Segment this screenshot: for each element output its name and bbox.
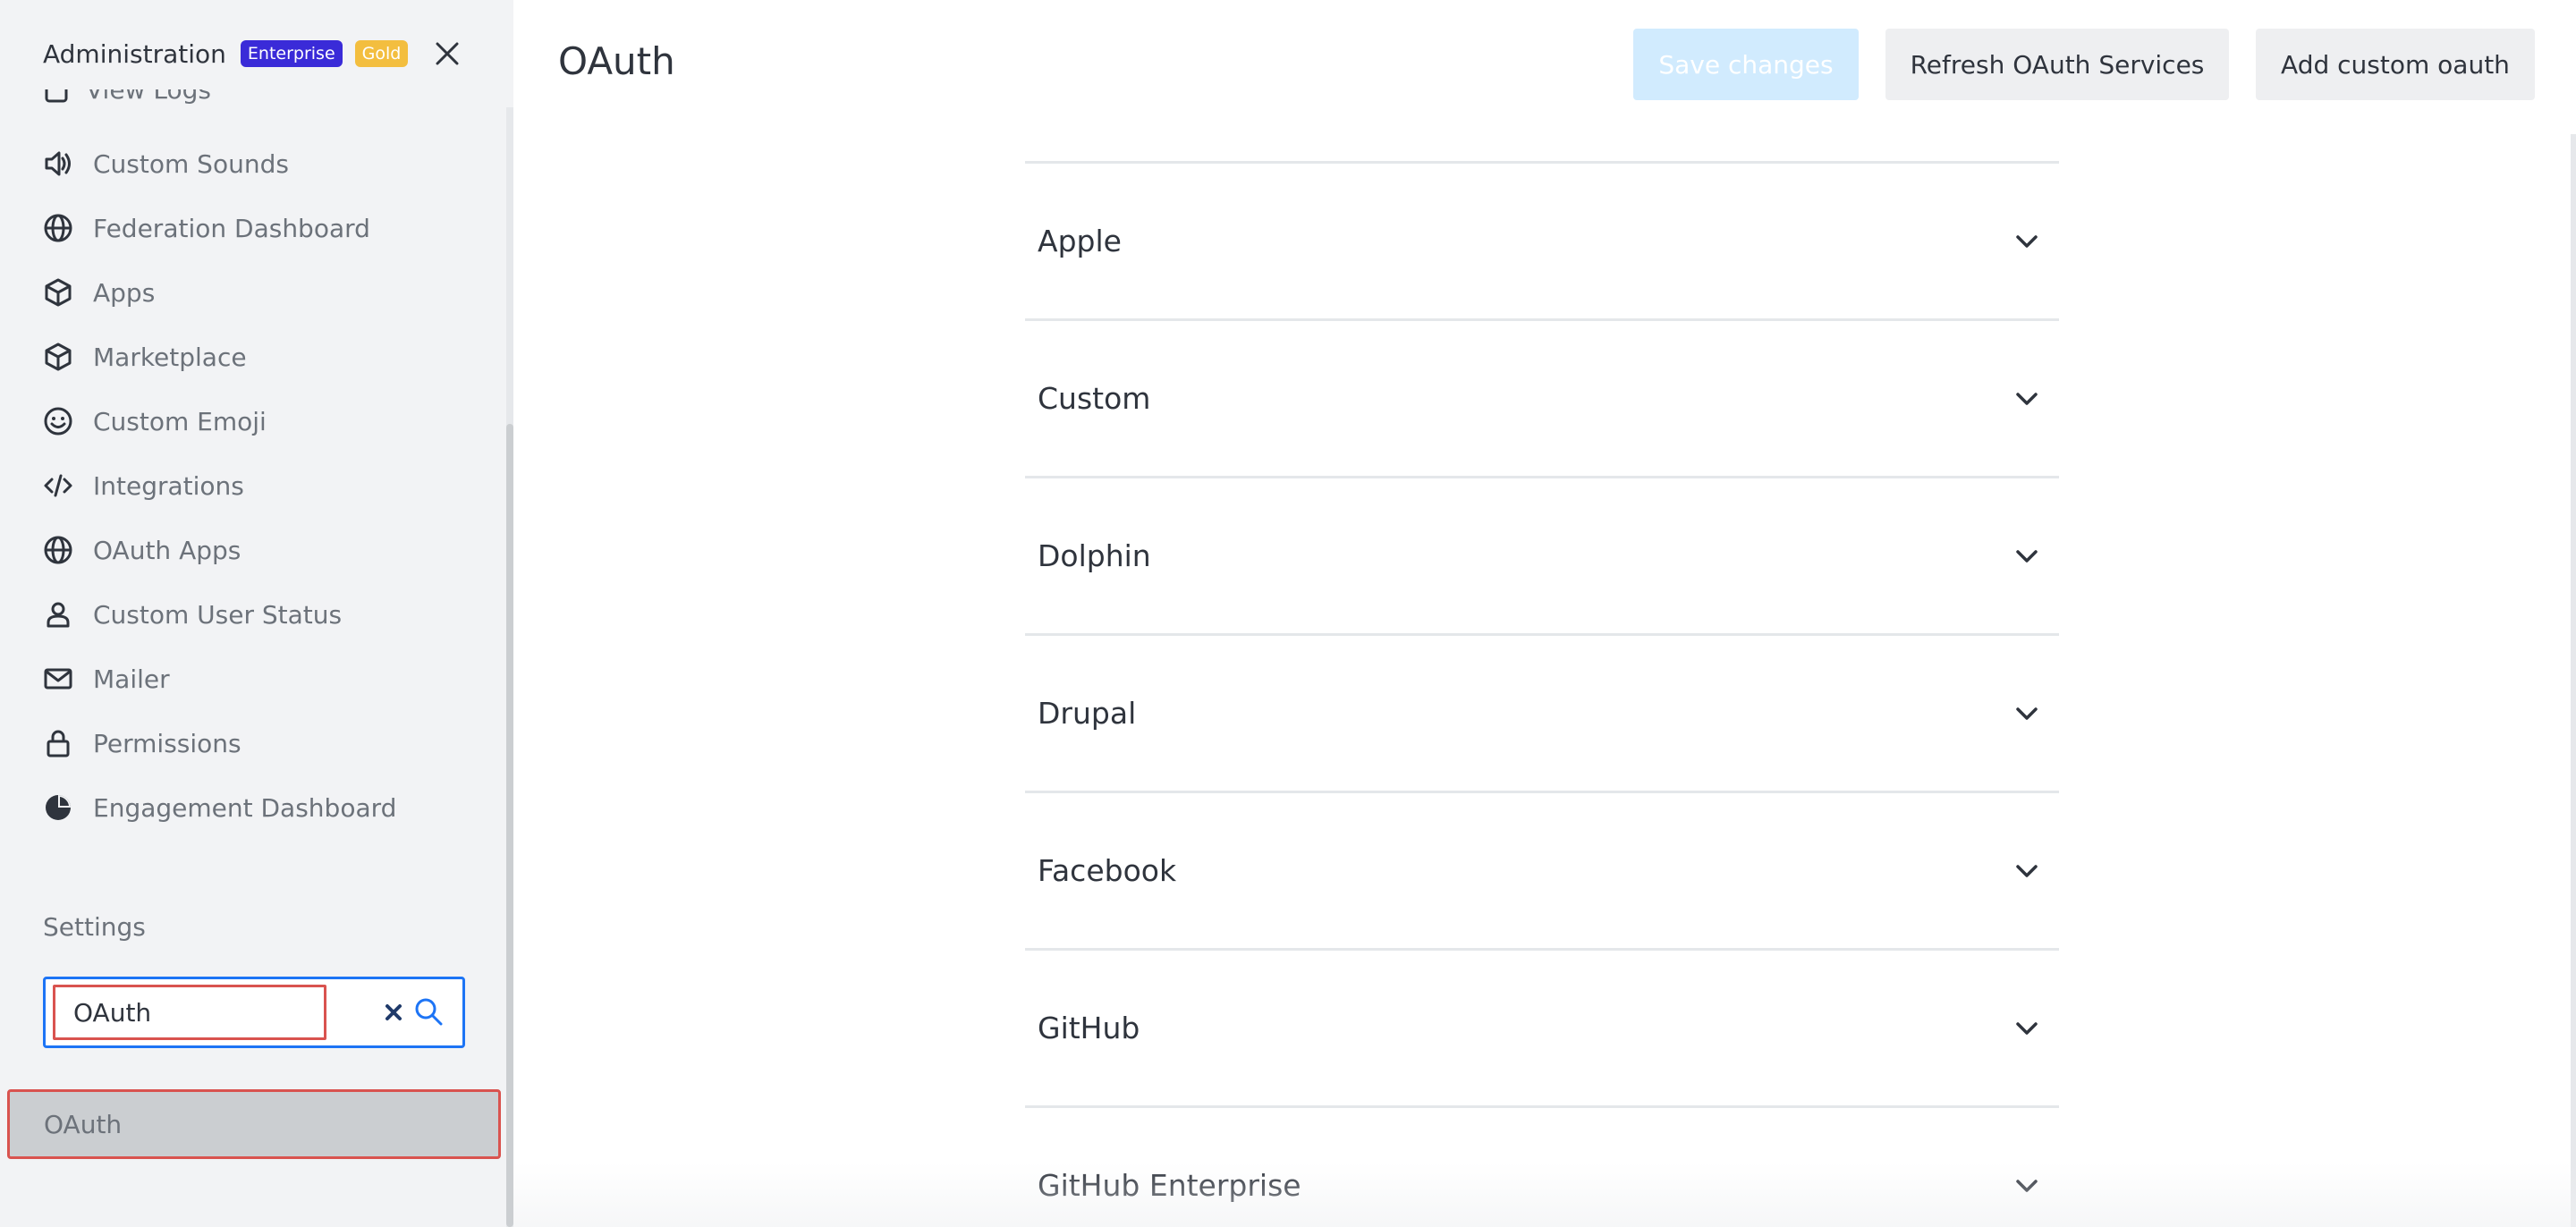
accordion-item-apple[interactable]: Apple bbox=[1025, 161, 2059, 318]
user-icon bbox=[43, 597, 77, 631]
cube-icon bbox=[43, 340, 77, 374]
search-icon bbox=[411, 994, 446, 1029]
close-sidebar-button[interactable] bbox=[428, 34, 467, 73]
chevron-down-icon bbox=[2016, 1021, 2038, 1035]
sidebar-item-label: View Logs bbox=[86, 89, 211, 105]
sidebar-item-permissions[interactable]: Permissions bbox=[43, 718, 463, 768]
chevron-down-icon bbox=[2016, 864, 2038, 877]
sidebar-item-custom-sounds[interactable]: Custom Sounds bbox=[43, 139, 463, 189]
mail-icon bbox=[43, 662, 77, 696]
refresh-oauth-services-button[interactable]: Refresh OAuth Services bbox=[1885, 29, 2229, 100]
save-changes-button[interactable]: Save changes bbox=[1633, 29, 1859, 100]
clear-icon[interactable] bbox=[384, 1003, 403, 1022]
settings-result-oauth[interactable]: OAuth bbox=[7, 1089, 501, 1159]
sidebar-item-label: Marketplace bbox=[93, 342, 247, 372]
gold-badge: Gold bbox=[354, 40, 409, 67]
admin-sidebar: Administration Enterprise Gold View Logs… bbox=[0, 0, 513, 1227]
sidebar-item-marketplace[interactable]: Marketplace bbox=[43, 332, 463, 382]
accordion-item-facebook[interactable]: Facebook bbox=[1025, 791, 2059, 948]
sidebar-item-federation-dashboard[interactable]: Federation Dashboard bbox=[43, 203, 463, 253]
document-icon bbox=[43, 89, 70, 106]
sidebar-item-label: Integrations bbox=[93, 470, 244, 501]
accordion-item-github-enterprise[interactable]: GitHub Enterprise bbox=[1025, 1105, 2059, 1227]
accordion-title: GitHub Enterprise bbox=[1038, 1168, 1301, 1203]
accordion-title: GitHub bbox=[1038, 1011, 1140, 1045]
code-icon bbox=[43, 469, 77, 503]
cube-icon bbox=[43, 275, 77, 309]
settings-search-input[interactable] bbox=[53, 985, 326, 1040]
chevron-down-icon bbox=[2016, 392, 2038, 405]
accordion-item-custom[interactable]: Custom bbox=[1025, 318, 2059, 476]
accordion-title: Drupal bbox=[1038, 696, 1137, 731]
sidebar-item-label: Apps bbox=[93, 277, 156, 308]
sidebar-item-view-logs[interactable]: View Logs bbox=[43, 89, 211, 114]
settings-search-box bbox=[43, 977, 465, 1048]
settings-section-label: Settings bbox=[43, 912, 146, 942]
speaker-icon bbox=[43, 147, 77, 181]
accordion-title: Custom bbox=[1038, 381, 1151, 416]
sidebar-item-integrations[interactable]: Integrations bbox=[43, 461, 463, 511]
sidebar-item-label: Custom Sounds bbox=[93, 148, 289, 179]
oauth-services-accordion: Apple Custom Dolphin Drupal Facebook Git… bbox=[1025, 161, 2059, 1227]
accordion-title: Facebook bbox=[1038, 853, 1177, 888]
close-icon[interactable] bbox=[434, 40, 461, 67]
sidebar-header: Administration Enterprise Gold bbox=[43, 34, 409, 73]
clear-search-button[interactable] bbox=[378, 997, 409, 1028]
chevron-down-icon bbox=[2016, 1179, 2038, 1192]
add-custom-oauth-button[interactable]: Add custom oauth bbox=[2256, 29, 2535, 100]
accordion-item-dolphin[interactable]: Dolphin bbox=[1025, 476, 2059, 633]
globe-icon bbox=[43, 533, 77, 567]
sidebar-item-apps[interactable]: Apps bbox=[43, 267, 463, 317]
sidebar-nav: View Logs Custom Sounds Federation Dashb… bbox=[0, 89, 501, 1227]
main-scrollbar[interactable] bbox=[2571, 134, 2576, 1227]
lock-icon bbox=[43, 726, 77, 760]
sidebar-item-label: Custom User Status bbox=[93, 599, 343, 630]
chevron-down-icon bbox=[2016, 234, 2038, 248]
sidebar-item-label: Federation Dashboard bbox=[93, 213, 370, 243]
accordion-item-github[interactable]: GitHub bbox=[1025, 948, 2059, 1105]
sidebar-scrollbar-thumb[interactable] bbox=[506, 424, 513, 1227]
sidebar-item-label: Mailer bbox=[93, 664, 170, 694]
sidebar-item-custom-emoji[interactable]: Custom Emoji bbox=[43, 396, 463, 446]
pie-chart-icon bbox=[43, 791, 77, 825]
sidebar-item-custom-user-status[interactable]: Custom User Status bbox=[43, 589, 463, 639]
emoji-icon bbox=[43, 404, 77, 438]
sidebar-item-label: OAuth Apps bbox=[93, 535, 242, 565]
sidebar-item-mailer[interactable]: Mailer bbox=[43, 654, 463, 704]
chevron-down-icon bbox=[2016, 549, 2038, 563]
result-label: OAuth bbox=[44, 1109, 123, 1139]
accordion-title: Dolphin bbox=[1038, 538, 1151, 573]
sidebar-item-oauth-apps[interactable]: OAuth Apps bbox=[43, 525, 463, 575]
sidebar-item-label: Engagement Dashboard bbox=[93, 792, 397, 823]
main-content: OAuth Save changes Refresh OAuth Service… bbox=[513, 0, 2576, 1227]
sidebar-title: Administration bbox=[43, 38, 226, 69]
page-title: OAuth bbox=[558, 39, 675, 83]
sidebar-item-label: Custom Emoji bbox=[93, 406, 267, 436]
sidebar-item-label: Permissions bbox=[93, 728, 242, 758]
enterprise-badge: Enterprise bbox=[240, 40, 343, 67]
globe-icon bbox=[43, 211, 77, 245]
accordion-title: Apple bbox=[1038, 224, 1122, 258]
sidebar-item-engagement-dashboard[interactable]: Engagement Dashboard bbox=[43, 783, 463, 833]
accordion-item-drupal[interactable]: Drupal bbox=[1025, 633, 2059, 791]
chevron-down-icon bbox=[2016, 707, 2038, 720]
